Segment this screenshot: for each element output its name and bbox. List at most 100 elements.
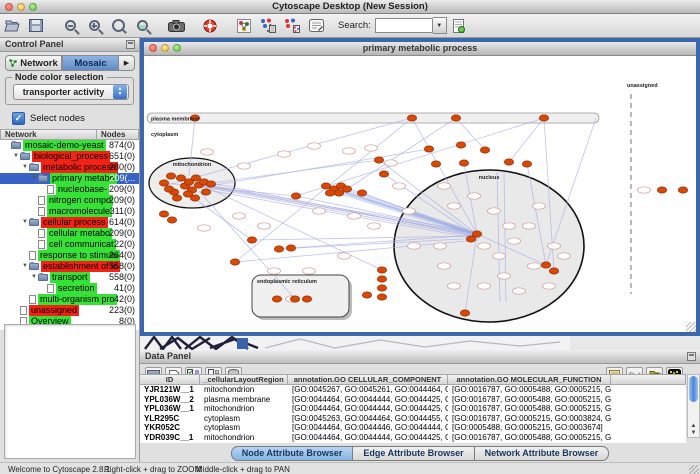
- graph-node-ghost[interactable]: [448, 283, 461, 289]
- tree-row[interactable]: macromolecule311(0): [0, 206, 139, 217]
- graph-node-ghost[interactable]: [313, 208, 326, 214]
- tab-overflow-arrow[interactable]: ▶: [119, 55, 135, 71]
- graph-node[interactable]: [377, 294, 386, 300]
- node-color-dropdown[interactable]: transporter activity ▲▼: [13, 84, 129, 100]
- graph-node-ghost[interactable]: [508, 238, 521, 244]
- graph-node[interactable]: [206, 181, 215, 187]
- save-session-icon[interactable]: [25, 16, 47, 35]
- tree-row[interactable]: ▼primary metabo209(...: [0, 173, 139, 184]
- graph-node-ghost[interactable]: [238, 163, 251, 169]
- graph-node[interactable]: [549, 268, 558, 274]
- tree-row[interactable]: unassigned223(0): [0, 305, 139, 316]
- tree-row[interactable]: ▼cellular process614(0): [0, 217, 139, 228]
- tree-expand-icon[interactable]: ▼: [21, 217, 29, 228]
- graph-node-ghost[interactable]: [548, 243, 561, 249]
- graph-node-ghost[interactable]: [478, 243, 491, 249]
- tree-row[interactable]: nitrogen compo209(0): [0, 195, 139, 206]
- help-icon[interactable]: [199, 16, 221, 35]
- tree-row[interactable]: multi-organism pro42(0): [0, 294, 139, 305]
- graph-node[interactable]: [357, 190, 366, 196]
- frame-resize-grip[interactable]: [686, 322, 696, 332]
- tree-row[interactable]: ▼transport558(0): [0, 272, 139, 283]
- search-add-icon[interactable]: [448, 16, 470, 35]
- graph-node-ghost[interactable]: [523, 223, 536, 229]
- snapshot-icon[interactable]: [165, 16, 187, 35]
- graph-node[interactable]: [166, 173, 175, 179]
- region-plasma-membrane[interactable]: [147, 113, 599, 123]
- graph-node-ghost[interactable]: [498, 273, 511, 279]
- tree-column-network[interactable]: Network: [0, 129, 97, 140]
- graph-node[interactable]: [272, 296, 281, 302]
- graph-node-ghost[interactable]: [513, 288, 526, 294]
- graph-node[interactable]: [290, 296, 299, 302]
- graph-node-ghost[interactable]: [343, 148, 356, 154]
- tree-row[interactable]: mosaic-demo-yeast874(0): [0, 140, 139, 151]
- graph-node[interactable]: [431, 161, 440, 167]
- graph-node[interactable]: [451, 115, 460, 121]
- graph-node[interactable]: [342, 186, 351, 192]
- tree-expand-icon[interactable]: ▼: [21, 261, 29, 272]
- tree-row[interactable]: ▼establishment of lo558(0): [0, 261, 139, 272]
- network-canvas[interactable]: plasma membranecytoplasmmitochondrionnuc…: [144, 56, 696, 332]
- background-window-sliver[interactable]: [140, 336, 700, 350]
- tab-mosaic[interactable]: Mosaic: [62, 55, 119, 71]
- tree-row[interactable]: secretion41(0): [0, 283, 139, 294]
- scrollbar-thumb[interactable]: [689, 376, 698, 402]
- graph-node[interactable]: [274, 246, 283, 252]
- graph-node[interactable]: [657, 187, 666, 193]
- graph-node-ghost[interactable]: [488, 208, 501, 214]
- graph-node-ghost[interactable]: [348, 213, 361, 219]
- tab-edge-attribute-browser[interactable]: Edge Attribute Browser: [353, 446, 474, 461]
- table-column-header[interactable]: annotation.GO MOLECULAR_FUNCTION: [448, 374, 611, 385]
- graph-node-ghost[interactable]: [533, 203, 546, 209]
- graph-node[interactable]: [424, 146, 433, 152]
- tree-row[interactable]: cell communicat22(0): [0, 239, 139, 250]
- table-scrollbar[interactable]: ▲▼: [687, 374, 700, 438]
- tree-column-nodes[interactable]: Nodes: [97, 129, 139, 140]
- graph-node-ghost[interactable]: [233, 213, 246, 219]
- tab-network-attribute-browser[interactable]: Network Attribute Browser: [475, 446, 610, 461]
- graph-node-ghost[interactable]: [558, 253, 571, 259]
- graph-node[interactable]: [230, 259, 239, 265]
- zoom-out-icon[interactable]: [59, 16, 81, 35]
- graph-node[interactable]: [291, 193, 300, 199]
- graph-node-ghost[interactable]: [258, 223, 271, 229]
- graph-node[interactable]: [377, 267, 386, 273]
- graph-node[interactable]: [201, 189, 210, 195]
- graph-node[interactable]: [377, 285, 386, 291]
- graph-node-ghost[interactable]: [493, 253, 506, 259]
- graph-node[interactable]: [379, 171, 388, 177]
- table-row[interactable]: YPL036W__2plasma membrane[GO:0044464, GO…: [140, 395, 686, 405]
- float-panel-icon[interactable]: [126, 40, 135, 49]
- graph-node[interactable]: [164, 186, 173, 192]
- graph-node-ghost[interactable]: [438, 183, 451, 189]
- graph-node-ghost[interactable]: [385, 160, 398, 166]
- zoom-selected-icon[interactable]: [131, 16, 153, 35]
- graph-node-ghost[interactable]: [434, 243, 447, 249]
- modify-network-icon[interactable]: [233, 16, 255, 35]
- graph-node-ghost[interactable]: [368, 223, 381, 229]
- zoom-fit-icon[interactable]: [107, 16, 129, 35]
- tab-node-attribute-browser[interactable]: Node Attribute Browser: [231, 446, 354, 461]
- graph-node[interactable]: [374, 157, 383, 163]
- graph-node[interactable]: [167, 217, 176, 223]
- graph-node[interactable]: [466, 236, 475, 242]
- window-resize-grip[interactable]: [689, 465, 699, 474]
- graph-node[interactable]: [456, 142, 465, 148]
- birdseye-view[interactable]: [4, 324, 136, 459]
- graph-node-ghost[interactable]: [438, 263, 451, 269]
- graph-node-ghost[interactable]: [408, 243, 421, 249]
- graph-node-ghost[interactable]: [503, 223, 516, 229]
- graph-node-ghost[interactable]: [393, 183, 406, 189]
- graph-node[interactable]: [334, 190, 343, 196]
- graph-node-ghost[interactable]: [528, 263, 541, 269]
- graph-node[interactable]: [407, 115, 416, 121]
- graph-node[interactable]: [159, 211, 168, 217]
- layout-settings-icon[interactable]: [257, 16, 279, 35]
- graph-node[interactable]: [522, 161, 531, 167]
- graph-node[interactable]: [362, 292, 371, 298]
- tree-expand-icon[interactable]: ▼: [21, 162, 29, 173]
- tree-expand-icon[interactable]: ▼: [30, 173, 38, 184]
- annotation-icon[interactable]: [305, 16, 327, 35]
- graph-node-ghost[interactable]: [198, 225, 211, 231]
